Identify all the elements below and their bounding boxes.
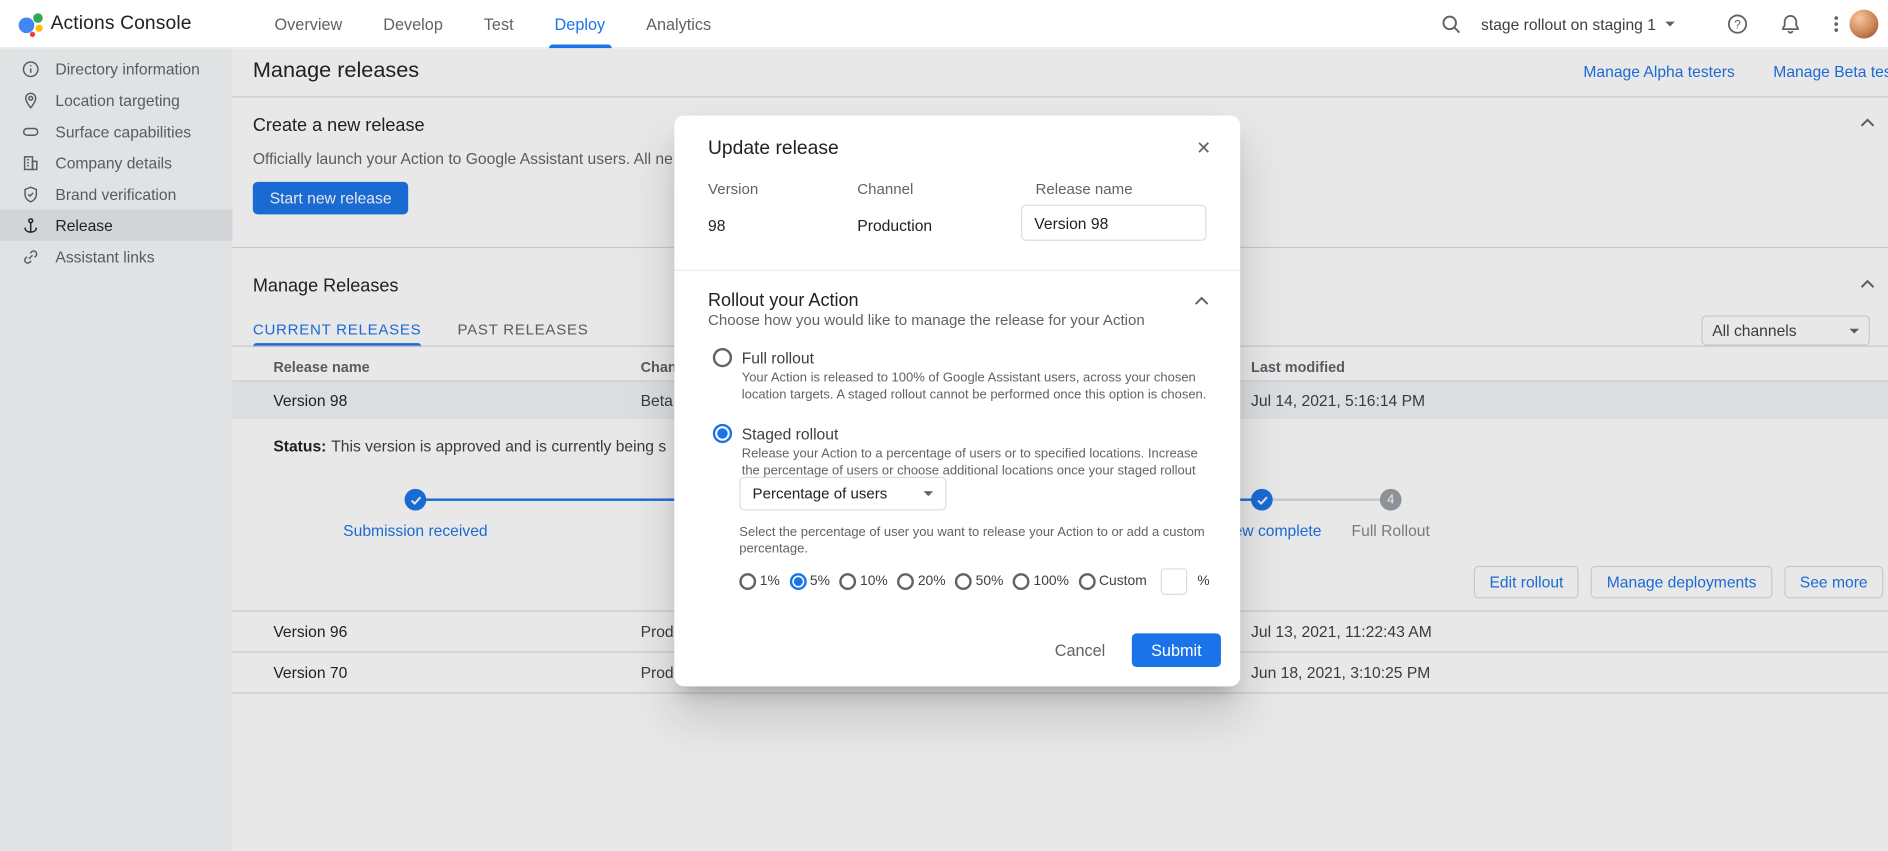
actions-console-logo [14,8,45,39]
tab-analytics[interactable]: Analytics [646,0,711,48]
radio-selected-icon [789,573,806,590]
radio-unselected-icon [840,573,857,590]
percent-option-label: 100% [1034,574,1069,588]
tab-test-label: Test [484,15,514,33]
staged-rollout-option[interactable]: Staged rollout [713,424,839,443]
update-release-dialog: Update release ✕ Version Channel Release… [674,116,1240,687]
chevron-down-icon [924,491,934,496]
help-icon[interactable]: ? [1727,13,1749,35]
active-tab-underline [549,45,612,49]
radio-unselected-icon [955,573,972,590]
app-header: Actions Console Overview Develop Test De… [0,0,1888,48]
percent-option-label: 5% [810,574,830,588]
percent-option-custom[interactable]: Custom [1079,573,1147,590]
search-icon[interactable] [1440,13,1462,35]
percent-suffix: % [1197,574,1209,588]
percentage-options: 1% 5% 10% 20% 50% 100% Custom % [739,568,1209,594]
rollout-section-subtitle: Choose how you would like to manage the … [708,312,1145,329]
notifications-bell-icon[interactable] [1780,13,1802,35]
percent-option-label: 50% [976,574,1004,588]
tab-develop[interactable]: Develop [383,0,443,48]
percent-option-100[interactable]: 100% [1013,573,1069,590]
percent-option-10[interactable]: 10% [840,573,888,590]
rollout-method-value: Percentage of users [753,485,888,502]
radio-unselected-icon [713,348,732,367]
staged-rollout-label: Staged rollout [742,424,839,442]
close-icon[interactable]: ✕ [1196,137,1211,159]
radio-selected-icon [713,424,732,443]
tab-deploy[interactable]: Deploy [555,0,606,48]
project-selector-value: stage rollout on staging 1 [1481,15,1656,33]
actions-console-app: Manage releases Manage Alpha testers Man… [0,0,1888,851]
full-rollout-option[interactable]: Full rollout [713,348,814,367]
percentage-hint: Select the percentage of user you want t… [739,525,1213,558]
rollout-section-title: Rollout your Action [708,290,859,310]
collapse-rollout-section-icon[interactable] [1194,296,1208,306]
percent-option-label: 10% [860,574,888,588]
percent-option-20[interactable]: 20% [897,573,945,590]
radio-unselected-icon [1079,573,1096,590]
divider [674,270,1240,271]
submit-button[interactable]: Submit [1132,633,1221,667]
tab-develop-label: Develop [383,15,443,33]
custom-percentage-input[interactable] [1161,568,1187,594]
tab-overview[interactable]: Overview [275,0,343,48]
percent-option-label: 1% [760,574,780,588]
svg-text:?: ? [1734,17,1741,31]
percent-option-5[interactable]: 5% [789,573,829,590]
tab-overview-label: Overview [275,15,343,33]
tab-test[interactable]: Test [484,0,514,48]
percent-option-1[interactable]: 1% [739,573,779,590]
tab-deploy-label: Deploy [555,15,606,33]
app-title: Actions Console [51,13,192,35]
release-name-input[interactable] [1021,205,1206,241]
channel-label: Channel [857,181,913,198]
full-rollout-description: Your Action is released to 100% of Googl… [742,371,1216,404]
chevron-down-icon [1666,22,1676,27]
percent-option-label: Custom [1099,574,1147,588]
version-value: 98 [708,217,725,235]
full-rollout-label: Full rollout [742,349,814,367]
rollout-method-select[interactable]: Percentage of users [739,477,946,511]
more-options-kebab-icon[interactable] [1825,13,1847,35]
version-label: Version [708,181,758,198]
radio-unselected-icon [1013,573,1030,590]
percent-option-50[interactable]: 50% [955,573,1003,590]
dialog-title: Update release [708,138,839,160]
top-nav: Overview Develop Test Deploy Analytics [275,0,712,48]
user-avatar[interactable] [1849,10,1878,39]
project-selector[interactable]: stage rollout on staging 1 [1481,0,1675,48]
release-name-label: Release name [1036,181,1133,198]
channel-value: Production [857,217,932,235]
radio-unselected-icon [897,573,914,590]
radio-unselected-icon [739,573,756,590]
percent-option-label: 20% [918,574,946,588]
cancel-button[interactable]: Cancel [1055,641,1106,659]
tab-analytics-label: Analytics [646,15,711,33]
